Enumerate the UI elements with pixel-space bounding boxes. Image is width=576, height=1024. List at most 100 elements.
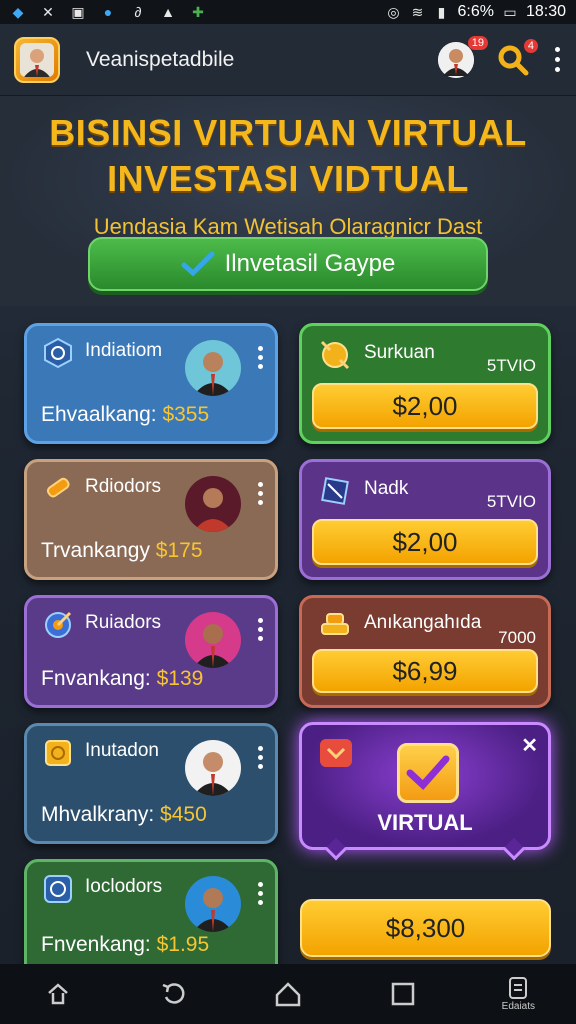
investor-avatar (185, 740, 241, 796)
investment-card[interactable]: Inutadon Mhvalkrany: $450 (24, 723, 278, 844)
coin-icon (318, 338, 352, 372)
card-title: Anıkangahıda (364, 612, 482, 633)
pencil-icon (41, 472, 75, 506)
popup-tail (502, 837, 526, 861)
warning-icon: ▲ (161, 4, 175, 20)
game-icon: ✚ (192, 3, 204, 20)
status-bar: ◆ ✕ ▣ ● ∂ ▲ ✚ ◎ ≋ ▮ 6:6% ▭ 18:30 (0, 0, 576, 24)
card-value: $175 (155, 539, 203, 562)
card-amount: 7000 (498, 628, 536, 647)
battery-icon: ▭ (503, 3, 517, 20)
card-menu-icon[interactable] (258, 618, 263, 641)
apps-icon (47, 983, 68, 1005)
invest-cta-button[interactable]: Ilnvetasil Gaype (88, 237, 488, 291)
card-amount: 5TVIO (486, 492, 536, 511)
card-menu-icon[interactable] (258, 882, 263, 905)
value-label: Ehvaalkang: (41, 403, 157, 426)
app-header: Veanispetadbile 19 4 (0, 24, 576, 96)
nav-recents-button[interactable] (383, 974, 423, 1014)
card-title: Indiatiom (85, 340, 163, 361)
home-icon (275, 982, 301, 1007)
card-menu-icon[interactable] (258, 482, 263, 505)
close-icon[interactable]: ✕ (521, 733, 538, 758)
gift-icon (320, 739, 352, 767)
compass-icon (41, 336, 75, 370)
globe-icon (41, 872, 75, 906)
card-title: Ruiadors (85, 612, 162, 633)
card-title: Rdiodors (85, 476, 162, 497)
investment-card[interactable]: Rdiodors Trvankangy $175 (24, 459, 278, 580)
target-icon (41, 608, 75, 642)
app-logo[interactable] (14, 36, 60, 83)
hero-title-line1: BISINSI VIRTUAN VIRTUAL (49, 112, 527, 153)
recents-icon (391, 982, 415, 1006)
checkmark-icon (397, 743, 459, 803)
tools-icon: ✕ (42, 3, 54, 20)
coin-box-icon (41, 736, 75, 770)
value-label: Mhvalkrany: (41, 803, 155, 826)
app-title: Veanispetadbile (86, 47, 235, 71)
card-menu-icon[interactable] (258, 746, 263, 769)
cta-label: Ilnvetasil Gaype (224, 250, 396, 277)
diamond-frame-icon (318, 474, 352, 508)
app-screen: ◆ ✕ ▣ ● ∂ ▲ ✚ ◎ ≋ ▮ 6:6% ▭ 18:30 Veanisp… (0, 0, 576, 1024)
investment-card[interactable]: Ioclodors Fnvenkang: $1.95 (24, 859, 278, 980)
price-button[interactable]: $2,00 (312, 519, 538, 565)
notification-badge: 19 (467, 35, 488, 50)
popup-tail (324, 837, 348, 861)
value-label: Trvankangy (41, 539, 150, 562)
card-title: Surkuan (364, 342, 435, 363)
card-title: Ioclodors (85, 876, 163, 897)
card-menu-icon[interactable] (258, 346, 263, 369)
search-badge: 4 (523, 38, 538, 53)
investment-card[interactable]: Ruiadors Fnvankang: $139 (24, 595, 278, 708)
link-icon: ∂ (134, 4, 142, 20)
investor-avatar (185, 476, 241, 532)
card-value: $1.95 (156, 933, 210, 956)
investor-avatar (185, 612, 241, 668)
price-button[interactable]: $2,00 (312, 383, 538, 429)
profile-avatar[interactable]: 19 (438, 35, 488, 78)
popup-label: VIRTUAL (377, 810, 473, 835)
card-title: Nadk (364, 478, 409, 499)
wifi-icon: ≋ (411, 3, 424, 20)
signal-icon: ▮ (437, 3, 446, 20)
card-title: Inutadon (85, 740, 159, 761)
value-label: Fnvenkang: (41, 933, 151, 956)
logo-avatar-icon (20, 42, 54, 77)
investment-card[interactable]: Indiatiom Ehvaalkang: $355 (24, 323, 278, 444)
gallery-icon: ▣ (71, 3, 85, 20)
offer-card: Surkuan 5TVIO $2,00 (299, 323, 551, 444)
offer-card: Nadk 5TVIO $2,00 (299, 459, 551, 580)
system-nav-bar: Edaiats (0, 964, 576, 1024)
nav-home-button[interactable] (268, 974, 308, 1014)
value-label: Fnvankang: (41, 667, 151, 690)
offer-card: Anıkangahıda 7000 $6,99 (299, 595, 551, 708)
price-button[interactable]: $6,99 (312, 649, 538, 693)
search-button[interactable]: 4 (496, 38, 538, 77)
nav-edit-button[interactable]: Edaiats (498, 974, 538, 1014)
hero-banner: BISINSI VIRTUAN VIRTUAL INVESTASI VIDTUA… (0, 96, 576, 306)
browser-icon: ● (103, 4, 113, 20)
card-value: $450 (160, 803, 207, 826)
nav-apps-button[interactable] (38, 974, 78, 1014)
back-icon (162, 983, 185, 1004)
app-notification-icon: ◆ (12, 3, 24, 20)
gold-stack-icon (318, 606, 352, 640)
investor-avatar (185, 876, 241, 932)
edit-icon (509, 977, 528, 999)
card-amount: 5TVIO (486, 356, 536, 375)
investor-avatar (185, 340, 241, 396)
card-value: $355 (162, 403, 210, 426)
total-price-button[interactable]: $8,300 (300, 899, 551, 957)
clock: 18:30 (525, 3, 566, 20)
nav-back-button[interactable] (153, 974, 193, 1014)
virtual-popup[interactable]: ✕ VIRTUAL (299, 722, 551, 861)
card-value: $139 (156, 667, 204, 690)
alarm-icon: ◎ (387, 3, 400, 20)
nav-edit-label: Edaiats (501, 1001, 536, 1012)
more-menu-icon[interactable] (552, 47, 562, 72)
battery-percent: 6:6% (457, 3, 494, 20)
check-icon (181, 251, 215, 277)
hero-title-line2: INVESTASI VIDTUAL (107, 158, 469, 199)
